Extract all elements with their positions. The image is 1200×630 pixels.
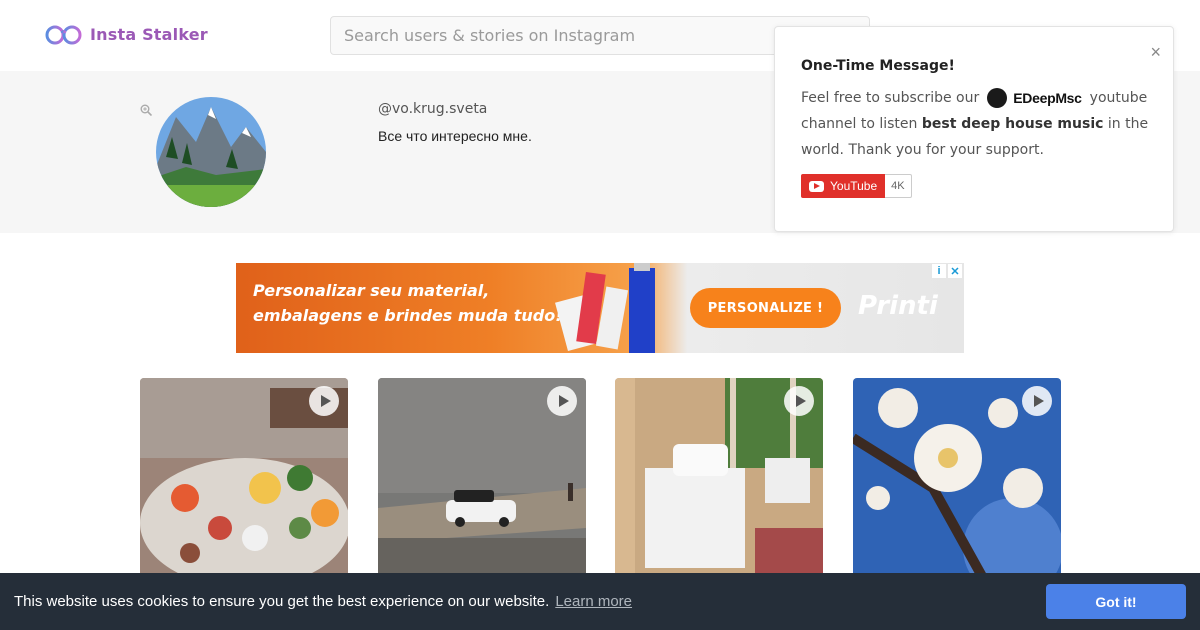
close-icon[interactable]: × bbox=[1150, 43, 1161, 61]
cookie-message-text: This website uses cookies to ensure you … bbox=[14, 593, 550, 610]
ad-choices[interactable]: i ✕ bbox=[932, 264, 962, 278]
popup-bold-phrase: best deep house music bbox=[921, 116, 1104, 132]
play-icon[interactable] bbox=[1022, 386, 1052, 416]
site-logo[interactable]: Insta Stalker bbox=[45, 22, 208, 46]
youtube-button-main[interactable]: YouTube bbox=[801, 174, 886, 198]
post-thumbnail-3[interactable] bbox=[615, 378, 823, 578]
cookie-consent-bar: This website uses cookies to ensure you … bbox=[0, 573, 1200, 630]
ad-cta-button[interactable]: PERSONALIZE ! bbox=[690, 288, 841, 328]
ad-headline-line-1: Personalizar seu material, bbox=[253, 281, 490, 300]
cookie-message: This website uses cookies to ensure you … bbox=[14, 593, 632, 610]
post-thumbnail-1[interactable] bbox=[140, 378, 348, 578]
profile-avatar[interactable] bbox=[156, 97, 266, 207]
site-logo-text: Insta Stalker bbox=[90, 24, 208, 44]
ad-headline: Personalizar seu material, embalagens e … bbox=[253, 278, 563, 328]
ad-info-icon[interactable]: i bbox=[932, 264, 946, 278]
play-icon[interactable] bbox=[309, 386, 339, 416]
popup-message: Feel free to subscribe our EDeepMsc youtub… bbox=[801, 85, 1153, 163]
channel-logo-icon bbox=[987, 88, 1008, 108]
popup-title: One-Time Message! bbox=[801, 58, 955, 74]
one-time-message-popup: × One-Time Message! Feel free to subscri… bbox=[774, 26, 1174, 232]
cookie-learn-more-link[interactable]: Learn more bbox=[555, 593, 632, 610]
cookie-accept-button[interactable]: Got it! bbox=[1046, 584, 1186, 619]
youtube-subscribe-button[interactable]: YouTube 4K bbox=[801, 174, 912, 198]
ad-products-image bbox=[555, 263, 655, 353]
popup-text-part-1: Feel free to subscribe our bbox=[801, 90, 980, 106]
youtube-play-icon bbox=[809, 180, 824, 192]
post-thumbnail-4[interactable] bbox=[853, 378, 1061, 578]
binoculars-logo-icon bbox=[45, 25, 82, 45]
ad-banner[interactable]: Personalizar seu material, embalagens e … bbox=[236, 263, 964, 353]
ad-headline-line-2: embalagens e brindes muda tudo! bbox=[253, 306, 563, 325]
play-icon[interactable] bbox=[784, 386, 814, 416]
youtube-button-label: YouTube bbox=[830, 179, 878, 193]
channel-brand[interactable]: EDeepMsc bbox=[987, 85, 1082, 111]
ad-close-icon[interactable]: ✕ bbox=[948, 264, 962, 278]
ad-brand-logo: Printi bbox=[858, 291, 938, 321]
play-icon[interactable] bbox=[547, 386, 577, 416]
profile-bio: Все что интересно мне. bbox=[378, 128, 532, 144]
profile-username: @vo.krug.sveta bbox=[378, 101, 488, 117]
zoom-in-icon[interactable] bbox=[140, 104, 152, 116]
mountain-landscape-image bbox=[156, 97, 266, 207]
post-thumbnail-2[interactable] bbox=[378, 378, 586, 578]
channel-brand-name: EDeepMsc bbox=[1013, 90, 1082, 106]
youtube-subscriber-count: 4K bbox=[885, 174, 912, 198]
